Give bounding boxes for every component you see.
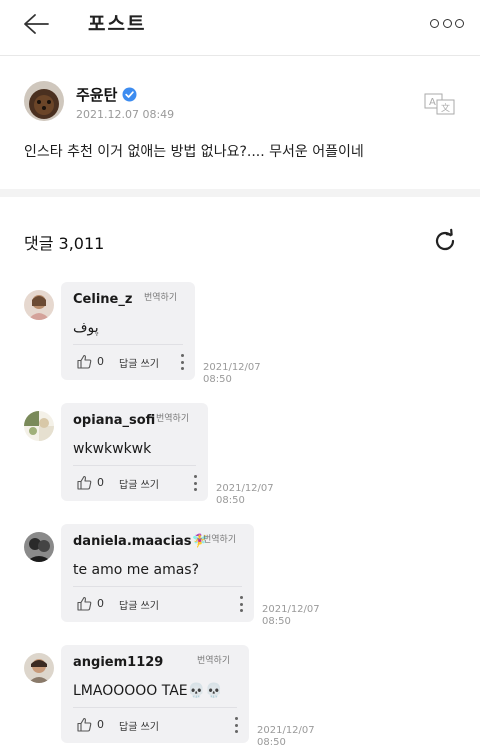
- thumbs-up-icon[interactable]: [77, 717, 92, 732]
- kebab-menu-icon[interactable]: [192, 475, 198, 491]
- comment-bubble: angiem1129 번역하기 LMAOOOOO TAE💀💀 0 답글 쓰기: [61, 645, 249, 743]
- comment-item: angiem1129 번역하기 LMAOOOOO TAE💀💀 0 답글 쓰기 2…: [24, 645, 464, 748]
- comment-item: daniela.maacias🧚‍♀️ 번역하기 te amo me amas?…: [24, 524, 464, 627]
- comment-username[interactable]: daniela.maacias🧚‍♀️: [73, 534, 208, 549]
- svg-text:文: 文: [441, 102, 450, 114]
- commenter-avatar[interactable]: [24, 653, 54, 683]
- comments-count: 댓글 3,011: [24, 234, 105, 253]
- section-divider: [0, 189, 480, 197]
- comment-translate-button[interactable]: 번역하기: [197, 653, 230, 666]
- reply-button[interactable]: 답글 쓰기: [119, 597, 159, 612]
- reply-button[interactable]: 답글 쓰기: [119, 476, 159, 491]
- comment-actions: 0 답글 쓰기: [73, 352, 193, 372]
- comment-actions: 0 답글 쓰기: [73, 715, 193, 735]
- thumbs-up-icon[interactable]: [77, 596, 92, 611]
- like-count: 0: [97, 476, 104, 489]
- top-bar: 포스트: [0, 0, 480, 56]
- comment-timestamp: 2021/12/07 08:50: [216, 483, 274, 506]
- refresh-icon: [435, 228, 455, 251]
- thumbs-up-icon[interactable]: [77, 354, 92, 369]
- more-dot: [442, 18, 452, 28]
- more-dot: [455, 18, 464, 28]
- refresh-button[interactable]: [432, 228, 458, 254]
- arrow-left-icon: [24, 14, 49, 34]
- comment-timestamp: 2021/12/07 08:50: [262, 604, 320, 627]
- comment-translate-button[interactable]: 번역하기: [203, 532, 236, 545]
- comment-bubble: daniela.maacias🧚‍♀️ 번역하기 te amo me amas?…: [61, 524, 254, 622]
- comment-timestamp: 2021/12/07 08:50: [257, 725, 315, 748]
- comment-username[interactable]: angiem1129: [73, 655, 163, 670]
- comment-item: opiana_sofi 번역하기 wkwkwkwk 0 답글 쓰기 2021/1…: [24, 403, 464, 506]
- comment-divider: [73, 707, 237, 708]
- comment-divider: [73, 586, 242, 587]
- more-options-button[interactable]: [430, 12, 464, 34]
- comment-text: پوف: [73, 320, 99, 336]
- thumbs-up-icon[interactable]: [77, 475, 92, 490]
- kebab-menu-icon[interactable]: [238, 596, 244, 612]
- svg-text:A: A: [429, 97, 436, 108]
- comment-divider: [73, 344, 183, 345]
- comment-divider: [73, 465, 196, 466]
- comment-item: Celine_z 번역하기 پوف 0 답글 쓰기 2021/12/07 08:5…: [24, 282, 464, 385]
- comment-actions: 0 답글 쓰기: [73, 594, 193, 614]
- kebab-menu-icon[interactable]: [179, 354, 185, 370]
- reply-button[interactable]: 답글 쓰기: [119, 355, 159, 370]
- translate-button[interactable]: A 文: [424, 93, 456, 115]
- author-name[interactable]: 주윤탄: [76, 84, 117, 105]
- kebab-menu-icon[interactable]: [233, 717, 239, 733]
- verified-badge-icon: [122, 87, 137, 102]
- reply-button[interactable]: 답글 쓰기: [119, 718, 159, 733]
- comment-translate-button[interactable]: 번역하기: [156, 411, 189, 424]
- comment-actions: 0 답글 쓰기: [73, 473, 193, 493]
- comment-translate-button[interactable]: 번역하기: [144, 290, 177, 303]
- post-timestamp: 2021.12.07 08:49: [76, 108, 175, 121]
- comment-username[interactable]: Celine_z: [73, 292, 132, 307]
- comment-text: LMAOOOOO TAE💀💀: [73, 683, 223, 699]
- comment-timestamp: 2021/12/07 08:50: [203, 362, 261, 385]
- more-dot: [430, 18, 439, 28]
- comment-text: te amo me amas?: [73, 562, 200, 578]
- comment-bubble: Celine_z 번역하기 پوف 0 답글 쓰기: [61, 282, 195, 380]
- like-count: 0: [97, 597, 104, 610]
- author-avatar[interactable]: [24, 81, 64, 121]
- translate-icon: A 文: [424, 93, 455, 115]
- comment-username[interactable]: opiana_sofi: [73, 413, 155, 428]
- comment-text: wkwkwkwk: [73, 441, 152, 457]
- commenter-avatar[interactable]: [24, 532, 54, 562]
- commenter-avatar[interactable]: [24, 290, 54, 320]
- page-title: 포스트: [88, 13, 147, 35]
- post-text: 인스타 추천 이거 없애는 방법 없나요?.... 무서운 어플이네: [24, 144, 364, 160]
- back-button[interactable]: [18, 8, 54, 40]
- like-count: 0: [97, 355, 104, 368]
- post-card: 주윤탄 2021.12.07 08:49 A 文 인스타 추천 이거 없애는 방…: [0, 57, 480, 189]
- commenter-avatar[interactable]: [24, 411, 54, 441]
- like-count: 0: [97, 718, 104, 731]
- comment-bubble: opiana_sofi 번역하기 wkwkwkwk 0 답글 쓰기: [61, 403, 208, 501]
